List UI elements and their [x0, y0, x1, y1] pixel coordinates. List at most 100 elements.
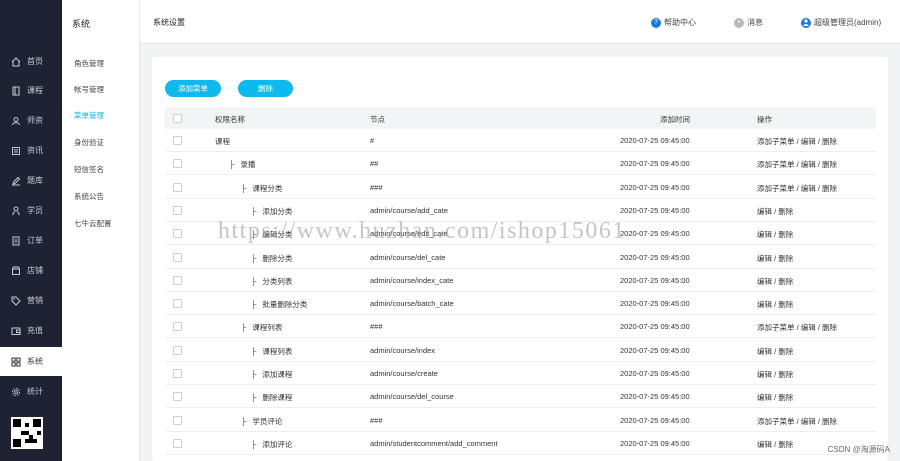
sidebar-item-2[interactable]: 师资: [0, 106, 62, 135]
sub-sidebar: 系统 角色管理帐号管理菜单管理身份验证短信签名系统公告七牛云配置: [62, 0, 140, 461]
subnav-item-5[interactable]: 系统公告: [74, 191, 104, 202]
row-actions[interactable]: 编辑 / 删除: [757, 229, 793, 240]
node-cell: ###: [370, 415, 383, 425]
row-actions[interactable]: 编辑 / 删除: [757, 439, 793, 450]
help-center-link[interactable]: ? 帮助中心: [651, 17, 696, 28]
sidebar-item-0[interactable]: 首页: [0, 47, 62, 76]
row-actions[interactable]: 添加子菜单 / 编辑 / 删除: [757, 183, 837, 194]
time-cell: 2020-07-25 09:45:00: [620, 159, 690, 169]
node-cell: admin/course/del_course: [370, 392, 454, 402]
row-checkbox[interactable]: [173, 299, 182, 309]
select-all-checkbox[interactable]: [173, 114, 182, 123]
row-checkbox[interactable]: [173, 252, 182, 262]
row-checkbox[interactable]: [173, 229, 182, 239]
delete-button[interactable]: 删除: [238, 80, 293, 97]
row-actions[interactable]: 添加子菜单 / 编辑 / 删除: [757, 322, 837, 333]
column-header-actions: 操作: [757, 115, 772, 124]
row-actions[interactable]: 编辑 / 删除: [757, 392, 793, 403]
permission-name-cell: ├ 课程列表: [251, 346, 292, 357]
table-row: ├ 课程分类 ### 2020-07-25 09:45:00 添加子菜单 / 编辑 / …: [165, 176, 876, 199]
tag-icon: [11, 296, 21, 306]
sidebar-item-8[interactable]: 营销: [0, 286, 62, 315]
node-cell: admin/course/edit_cate: [370, 229, 448, 239]
permission-name: 录播: [240, 160, 256, 170]
permission-name-cell: ├ 添加评论: [251, 439, 292, 450]
time-cell: 2020-07-25 09:45:00: [620, 322, 690, 332]
sidebar-item-1[interactable]: 课程: [0, 76, 62, 105]
row-checkbox[interactable]: [173, 159, 182, 169]
row-checkbox[interactable]: [173, 392, 182, 402]
sidebar-item-7[interactable]: 店铺: [0, 256, 62, 285]
permission-name-cell: ├ 删除分类: [251, 253, 292, 264]
column-header-name: 权限名称: [215, 115, 245, 124]
subnav-item-0[interactable]: 角色管理: [74, 58, 104, 69]
user-avatar-icon: [801, 17, 811, 28]
node-cell: admin/course/add_cate: [370, 205, 448, 215]
time-cell: 2020-07-25 09:45:00: [620, 136, 690, 145]
row-actions[interactable]: 编辑 / 删除: [757, 299, 793, 310]
row-checkbox[interactable]: [173, 438, 182, 448]
permission-name: 添加分类: [262, 206, 293, 216]
row-checkbox[interactable]: [173, 182, 182, 192]
teacher-icon: [11, 116, 21, 126]
subnav-item-1[interactable]: 帐号管理: [74, 84, 104, 95]
row-checkbox[interactable]: [173, 345, 182, 355]
message-icon: •: [734, 17, 744, 28]
row-actions[interactable]: 添加子菜单 / 编辑 / 删除: [757, 416, 837, 427]
subnav-title: 系统: [72, 19, 91, 29]
permission-name-cell: ├ 课程列表: [241, 322, 282, 333]
main-sidebar: 首页 课程师资资讯题库学员订单店铺 营销 充值系统统计: [0, 0, 62, 461]
row-actions[interactable]: 编辑 / 删除: [757, 346, 793, 357]
tree-branch-icon: ├: [241, 183, 247, 193]
time-cell: 2020-07-25 09:45:00: [620, 345, 690, 355]
table-row: ├ 删除分类 admin/course/del_cate 2020-07-25 09:…: [165, 246, 876, 269]
sidebar-item-label: 资讯: [27, 146, 43, 155]
sidebar-item-9[interactable]: 充值: [0, 316, 62, 345]
permission-name: 添加课程: [262, 370, 293, 379]
row-actions[interactable]: 添加子菜单 / 编辑 / 删除: [757, 159, 837, 170]
sidebar-item-10[interactable]: 系统: [0, 347, 62, 376]
row-actions[interactable]: 编辑 / 删除: [757, 253, 793, 264]
messages-link[interactable]: • 消息: [734, 17, 763, 28]
tree-branch-icon: ├: [251, 276, 257, 286]
sidebar-item-label: 题库: [27, 176, 43, 185]
permission-name: 学员评论: [252, 416, 283, 426]
permission-name-cell: ├ 录播: [229, 159, 255, 170]
table-row: ├ 删除课程 admin/course/del_course 2020-07-25 0…: [165, 385, 876, 409]
row-actions[interactable]: 添加子菜单 / 编辑 / 删除: [757, 136, 837, 147]
sidebar-item-label: 系统: [27, 357, 43, 366]
sidebar-item-11[interactable]: 统计: [0, 377, 62, 406]
table-row: ├ 课程列表 admin/course/index 2020-07-25 09:45:…: [165, 339, 876, 362]
sidebar-item-3[interactable]: 资讯: [0, 136, 62, 165]
user-name: 超级管理员(admin): [814, 18, 882, 27]
column-header-time: 添加时间: [660, 115, 690, 124]
node-cell: admin/course/create: [370, 369, 438, 378]
user-menu[interactable]: 超级管理员(admin): [801, 17, 881, 28]
subnav-item-2[interactable]: 菜单管理: [74, 110, 104, 121]
permission-name-cell: ├ 批量删除分类: [251, 299, 307, 310]
node-cell: admin/studentcomment/add_comment: [370, 438, 498, 448]
subnav-item-4[interactable]: 短信签名: [74, 164, 104, 175]
subnav-item-3[interactable]: 身份验证: [74, 137, 104, 148]
row-checkbox[interactable]: [173, 415, 182, 425]
row-checkbox[interactable]: [173, 275, 182, 285]
sidebar-item-4[interactable]: 题库: [0, 166, 62, 195]
row-checkbox[interactable]: [173, 136, 182, 145]
permission-name: 添加评论: [262, 439, 293, 449]
sidebar-item-label: 师资: [27, 116, 43, 125]
sidebar-item-label: 订单: [27, 236, 43, 245]
sidebar-item-6[interactable]: 订单: [0, 226, 62, 255]
row-checkbox[interactable]: [173, 205, 182, 215]
store-icon: [11, 266, 21, 276]
row-checkbox[interactable]: [173, 322, 182, 332]
tree-branch-icon: ├: [251, 230, 257, 240]
row-actions[interactable]: 编辑 / 删除: [757, 206, 793, 217]
subnav-item-6[interactable]: 七牛云配置: [74, 218, 112, 229]
add-menu-button[interactable]: 添加菜单: [165, 80, 221, 97]
row-actions[interactable]: 编辑 / 删除: [757, 276, 793, 287]
node-cell: admin/course/index_cate: [370, 275, 454, 285]
sidebar-item-5[interactable]: 学员: [0, 196, 62, 225]
permission-name: 删除课程: [262, 393, 293, 403]
row-actions[interactable]: 编辑 / 删除: [757, 369, 793, 380]
row-checkbox[interactable]: [173, 369, 182, 378]
